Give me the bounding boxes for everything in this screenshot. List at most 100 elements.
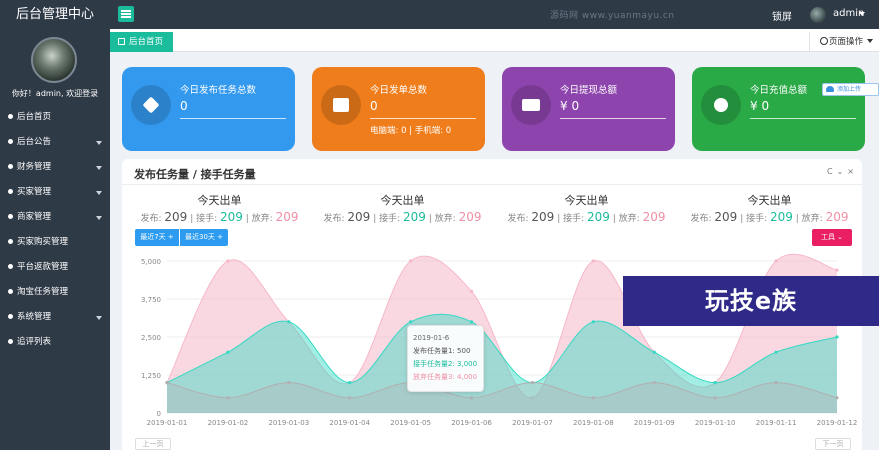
- stat-label: | 放弃:: [612, 214, 640, 224]
- y-tick-label: 3,750: [141, 296, 161, 304]
- sidebar-item-label: 平台返款管理: [17, 262, 69, 272]
- sidebar-item-label: 后台公告: [17, 137, 52, 147]
- stat-publish: 209: [164, 210, 188, 224]
- sidebar-item[interactable]: 买家购买管理: [0, 230, 110, 255]
- data-point: [226, 350, 230, 354]
- sidebar-item[interactable]: 追评列表: [0, 330, 110, 355]
- stat-label: | 接手:: [373, 214, 401, 224]
- x-tick-label: 2019-01-01: [147, 419, 188, 427]
- chevron-down-icon[interactable]: [96, 216, 102, 220]
- sidebar-item[interactable]: 后台首页: [0, 105, 110, 130]
- tooltip-series-1: 发布任务量1: 500: [413, 347, 471, 355]
- circle-icon: [820, 37, 828, 45]
- data-point: [591, 320, 595, 324]
- stat-abandon: 209: [275, 210, 299, 224]
- stat-label: | 接手:: [557, 214, 585, 224]
- card-divider: [370, 118, 476, 119]
- stat-line: 发布: 209 | 接手: 209 | 放弃: 209: [132, 210, 307, 224]
- tools-button[interactable]: 工具 ⌄: [812, 229, 852, 246]
- chevron-down-icon[interactable]: [859, 12, 865, 16]
- refresh-icon[interactable]: C: [827, 167, 833, 176]
- sidebar-item-label: 财务管理: [17, 162, 52, 172]
- data-point: [226, 259, 230, 263]
- sidebar-item-label: 系统管理: [17, 312, 52, 322]
- last-30-days-button[interactable]: 最近30天 +: [180, 229, 228, 246]
- data-point: [774, 381, 778, 385]
- card-value: ¥ 0: [750, 99, 770, 113]
- data-point: [835, 268, 839, 272]
- sidebar-item[interactable]: 淘宝任务管理: [0, 280, 110, 305]
- chevron-down-icon[interactable]: [96, 141, 102, 145]
- data-point: [469, 396, 474, 400]
- y-tick-label: 2,500: [141, 334, 161, 342]
- card-value: ¥ 0: [560, 99, 580, 113]
- sidebar-item[interactable]: 平台返款管理: [0, 255, 110, 280]
- last-7-days-button[interactable]: 最近7天 +: [135, 229, 179, 246]
- money-icon: [511, 85, 551, 125]
- sidebar-item-label: 买家管理: [17, 187, 52, 197]
- data-point: [409, 259, 413, 263]
- data-point: [835, 396, 839, 400]
- brand-banner: 玩技e族: [623, 276, 879, 326]
- tag-icon: [131, 85, 171, 125]
- lock-screen-link[interactable]: 锁屏: [772, 8, 792, 23]
- welcome-text: 你好！admin, 欢迎登录: [11, 89, 99, 98]
- x-tick-label: 2019-01-03: [268, 419, 309, 427]
- stat-abandon: 209: [825, 210, 849, 224]
- tooltip-series-2: 接手任务量2: 3,000: [413, 360, 478, 368]
- menu-toggle-icon[interactable]: [118, 6, 134, 22]
- chevron-down-icon[interactable]: [96, 316, 102, 320]
- data-point: [469, 320, 474, 324]
- stat-abandon: 209: [458, 210, 482, 224]
- stat-block: 今天出单 发布: 209 | 接手: 209 | 放弃: 209: [315, 192, 490, 224]
- data-point: [591, 396, 595, 400]
- y-tick-label: 0: [157, 410, 161, 418]
- briefcase-icon: [321, 85, 361, 125]
- sidebar-item[interactable]: 系统管理: [0, 305, 110, 330]
- top-bar: 后台管理中心 源码网 www.yuanmayu.cn 锁屏 admin: [0, 0, 879, 29]
- card-publish-tasks: 今日发布任务总数 0: [122, 67, 295, 151]
- card-title: 今日发布任务总数: [180, 85, 257, 96]
- sidebar-item-label: 淘宝任务管理: [17, 287, 69, 297]
- stat-publish: 209: [714, 210, 738, 224]
- collapse-icon[interactable]: ⌄: [837, 167, 844, 176]
- page-operations-dropdown[interactable]: 页面操作: [809, 32, 879, 52]
- tab-home[interactable]: 后台首页: [110, 32, 173, 52]
- x-tick-label: 2019-01-09: [634, 419, 675, 427]
- page-operations-label: 页面操作: [829, 37, 864, 47]
- stat-title: 今天出单: [380, 194, 425, 207]
- card-title: 今日提现总额: [560, 85, 618, 96]
- user-avatar[interactable]: [810, 7, 826, 23]
- sidebar-item[interactable]: 商家管理: [0, 205, 110, 230]
- card-value: 0: [180, 99, 188, 113]
- sidebar-item[interactable]: 后台公告: [0, 130, 110, 155]
- data-point: [165, 381, 169, 385]
- sidebar-item-label: 追评列表: [17, 337, 52, 347]
- card-orders: 今日发单总数 0 电脑端: 0 | 手机端: 0: [312, 67, 485, 151]
- panel-tools: C ⌄ ×: [823, 167, 854, 176]
- tooltip-date: 2019-01-6: [413, 334, 450, 342]
- stat-title: 今天出单: [197, 194, 242, 207]
- prev-page-button[interactable]: 上一页: [135, 438, 171, 450]
- bullet-icon: [8, 314, 13, 319]
- x-tick-label: 2019-01-11: [756, 419, 797, 427]
- bullet-icon: [8, 214, 13, 219]
- close-icon[interactable]: ×: [847, 167, 854, 176]
- next-page-button[interactable]: 下一页: [815, 438, 851, 450]
- sidebar-item[interactable]: 买家管理: [0, 180, 110, 205]
- chevron-down-icon[interactable]: [96, 166, 102, 170]
- stat-title: 今天出单: [747, 194, 792, 207]
- bullet-icon: [8, 189, 13, 194]
- sidebar-item-label: 买家购买管理: [17, 237, 69, 247]
- stat-line: 发布: 209 | 接手: 209 | 放弃: 209: [499, 210, 674, 224]
- chevron-down-icon[interactable]: [96, 191, 102, 195]
- sidebar-item[interactable]: 财务管理: [0, 155, 110, 180]
- upload-button[interactable]: 添加上传: [822, 83, 879, 96]
- y-tick-label: 5,000: [141, 258, 161, 266]
- stat-label: | 接手:: [740, 214, 768, 224]
- chart-tooltip: 2019-01-6 发布任务量1: 500 接手任务量2: 3,000 放弃任务…: [407, 325, 484, 392]
- data-point: [348, 381, 352, 385]
- data-point: [348, 396, 352, 400]
- chevron-down-icon: [867, 39, 874, 43]
- card-divider: [560, 118, 666, 119]
